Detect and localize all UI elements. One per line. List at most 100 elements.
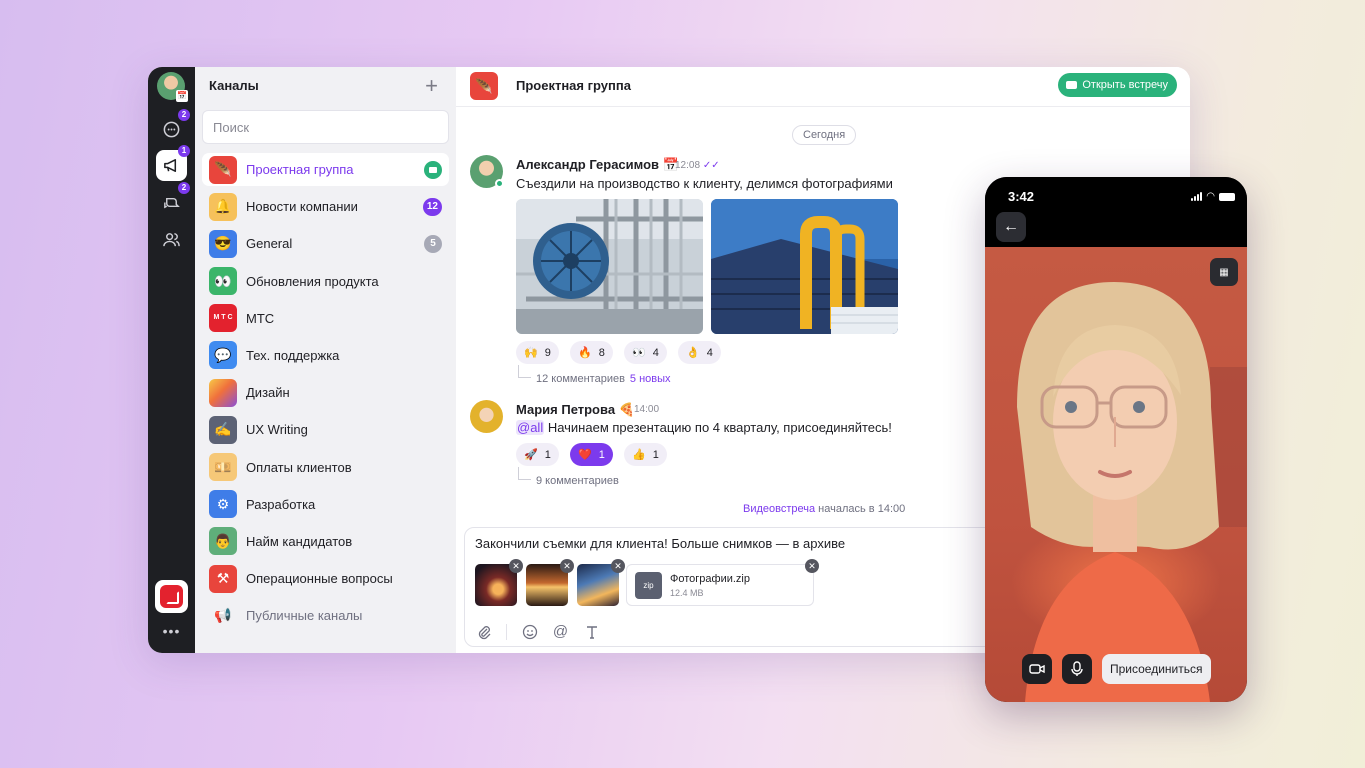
sidebar-item-channel[interactable]: 🔔 Новости компании 12 [202,190,449,223]
reaction-chip[interactable]: 🚀 1 [516,443,559,466]
sidebar-item-channel[interactable]: 👀 Обновления продукта [202,265,449,298]
sidebar-item-channel[interactable]: М Т С МТС [202,302,449,335]
remove-attachment-icon[interactable]: ✕ [509,559,523,573]
video-camera-icon [1066,81,1078,89]
grid-view-icon[interactable]: ▦ [1210,258,1238,286]
photo-factory-turbine[interactable] [516,199,703,334]
channel-list: 🪶 Проектная группа 🔔 Новости компании 12 😎 Gen… [202,153,449,636]
remove-attachment-icon[interactable]: ✕ [560,559,574,573]
sidebar-item-channel[interactable]: 👨 Найм кандидатов [202,525,449,558]
reaction-count: 8 [598,346,605,359]
microphone-toggle-button[interactable] [1062,654,1092,684]
read-check-icon: ✓✓ [702,160,720,171]
channel-avatar: 👨 [209,527,237,556]
file-size: 12.4 MB [670,588,704,598]
author-avatar[interactable] [470,155,504,188]
reaction-chip[interactable]: 🔥 8 [570,341,613,364]
camera-toggle-button[interactable] [1022,654,1052,684]
back-arrow-icon[interactable]: ← [996,212,1026,242]
online-indicator [495,179,504,188]
toolbar-divider [506,623,507,640]
remove-attachment-icon[interactable]: ✕ [805,559,819,573]
reaction-chip[interactable]: 👀 4 [624,341,667,364]
reaction-emoji: 👍 [632,449,646,461]
calendar-status-icon: 📅 [176,90,188,102]
sidebar-item-channel[interactable]: 📢 Публичные каналы [202,599,449,632]
reaction-emoji: 👌 [686,347,700,359]
composer-text[interactable]: Закончили съемки для клиента! Больше сни… [475,536,845,551]
system-message: Видеовстреча началась в 14:00 [743,503,906,515]
reaction-emoji: 🙌 [524,347,538,359]
message-time: 14:00 [634,404,660,415]
sidebar-item-channel[interactable]: 💴 Оплаты клиентов [202,451,449,484]
chat-header: 🪶 Проектная группа Открыть встречу [456,67,1190,107]
people-icon [163,233,180,247]
join-call-button[interactable]: Присоединиться [1102,654,1211,684]
channel-avatar: 🪶 [470,72,498,100]
contacts-button[interactable] [156,224,187,255]
unread-count-badge: 5 [424,235,442,254]
reaction-emoji: 🚀 [524,449,538,461]
author-avatar[interactable] [470,400,503,433]
channel-name: Разработка [246,496,316,512]
video-meeting-link: Видеовстреча [743,503,816,515]
reaction-count: 4 [652,346,659,359]
chats-badge: 2 [178,109,190,121]
thread-link[interactable]: 9 комментариев [518,467,619,487]
emoji-icon[interactable] [521,623,538,640]
thread-new-count: 5 новых [629,373,671,385]
remove-attachment-icon[interactable]: ✕ [611,559,625,573]
sidebar-item-channel[interactable]: ⚙ Разработка [202,488,449,521]
sidebar-item-channel[interactable]: Дизайн [202,376,449,409]
channel-avatar: ⚙ [209,490,237,519]
reaction-chip[interactable]: 👍 1 [624,443,667,466]
open-meeting-button[interactable]: Открыть встречу [1058,73,1177,97]
message-author[interactable]: Александр Герасимов 📅 [516,157,679,173]
user-avatar[interactable]: 📅 [157,72,188,102]
camera-icon [1029,664,1045,674]
attachment-file[interactable]: zip Фотографии.zip 12.4 MB [626,564,814,606]
megaphone-icon [164,159,177,172]
channel-name: Оплаты клиентов [246,459,352,475]
phone-clock: 3:42 [1008,189,1035,204]
channel-avatar: 🔔 [209,192,237,221]
reaction-emoji: 🔥 [578,347,592,359]
phone-top-bar: 3:42 ◠ ← [985,177,1247,247]
megaphone-icon: 📢 [214,607,232,624]
app-logo[interactable] [155,580,188,613]
channel-name: UX Writing [246,422,308,438]
channel-avatar: 🪶 [209,155,237,184]
app-rail: 📅 2 1 2 ••• [148,67,195,653]
message-text: Съездили на производство к клиенту, дели… [516,176,893,191]
reaction-chip[interactable]: 👌 4 [678,341,721,364]
mention-icon[interactable]: @ [552,623,569,640]
photo-factory-exterior[interactable] [711,199,898,334]
reaction-chip[interactable]: ❤️ 1 [570,443,613,466]
phone-status-icons: ◠ [1191,191,1235,202]
mobile-call-preview: 3:42 ◠ ← ▦ Присоединиться [985,177,1247,702]
add-channel-icon[interactable]: + [425,73,438,99]
logo-icon [160,585,183,608]
channel-avatar: 💴 [209,453,237,481]
threads-button[interactable]: 2 [156,182,190,218]
more-icon[interactable]: ••• [148,623,195,639]
thread-link[interactable]: 12 комментариев 5 новых [518,365,671,385]
sidebar-item-channel[interactable]: 💬 Тех. поддержка [202,339,449,372]
threads-badge: 2 [178,182,190,194]
message-author[interactable]: Мария Петрова 🍕 [516,402,635,418]
sidebar-item-channel[interactable]: ⚒ Операционные вопросы [202,562,449,595]
channel-name: Новости компании [246,199,358,215]
sidebar-item-channel[interactable]: 😎 General 5 [202,227,449,260]
sidebar-item-channel[interactable]: ✍ UX Writing [202,413,449,446]
channel-name: Тех. поддержка [246,347,340,363]
text-format-icon[interactable] [583,623,600,640]
channels-button[interactable]: 1 [156,145,190,181]
sidebar-item-channel[interactable]: 🪶 Проектная группа [202,153,449,186]
reaction-chip[interactable]: 🙌 9 [516,341,559,364]
channel-avatar: ✍ [209,415,237,444]
search-input[interactable] [202,110,449,144]
paperclip-icon[interactable] [475,623,492,640]
chats-button[interactable]: 2 [156,109,190,145]
message-text: @all Начинаем презентацию по 4 кварталу,… [516,420,892,435]
message-time: 12:08 ✓✓ [675,160,720,171]
